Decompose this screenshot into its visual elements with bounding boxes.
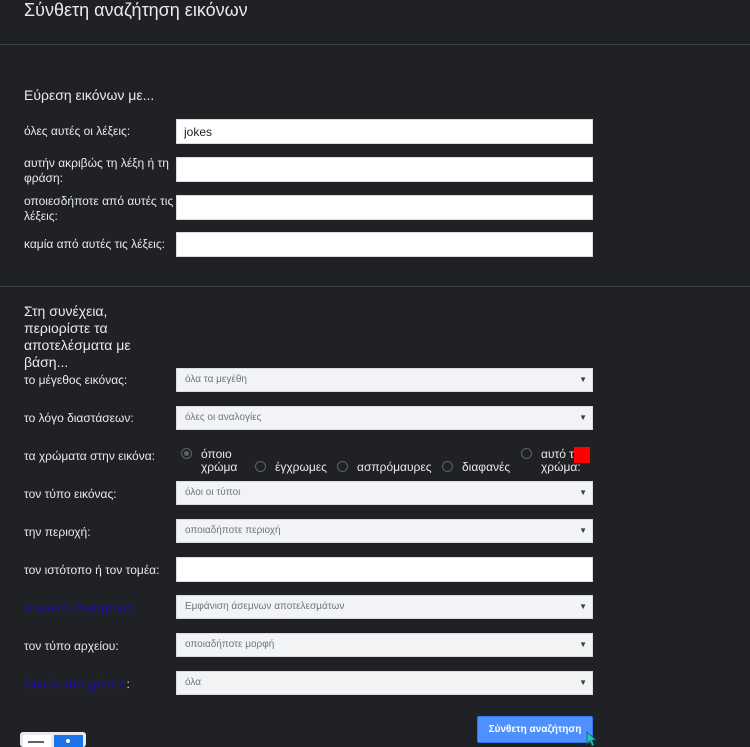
size-value: όλα τα μεγέθη bbox=[185, 374, 247, 385]
safesearch-link[interactable]: Ασφαλής Αναζήτηση bbox=[24, 601, 133, 615]
type-label: τον τύπο εικόνας: bbox=[24, 487, 117, 501]
region-select[interactable]: οποιαδήποτε περιοχή ▼ bbox=[176, 519, 593, 543]
type-value: όλοι οι τύποι bbox=[185, 487, 241, 498]
rights-colon: : bbox=[126, 677, 130, 691]
size-label: το μέγεθος εικόνας: bbox=[24, 373, 128, 387]
color-bw-radio[interactable] bbox=[337, 461, 348, 472]
all-words-label: όλες αυτές οι λέξεις: bbox=[24, 124, 131, 138]
aspect-label: το λόγο διαστάσεων: bbox=[24, 411, 134, 425]
region-value: οποιαδήποτε περιοχή bbox=[185, 525, 281, 536]
exact-phrase-input[interactable] bbox=[176, 157, 593, 182]
section-divider bbox=[0, 286, 750, 287]
narrow-heading: Στη συνέχεια, περιορίστε τα αποτελέσματα… bbox=[24, 303, 131, 370]
chevron-down-icon: ▼ bbox=[579, 640, 587, 649]
find-heading: Εύρεση εικόνων με... bbox=[24, 87, 155, 103]
aspect-select[interactable]: όλες οι αναλογίες ▼ bbox=[176, 406, 593, 430]
chevron-down-icon: ▼ bbox=[579, 602, 587, 611]
color-transparent-radio[interactable] bbox=[442, 461, 453, 472]
color-transparent-label: διαφανές bbox=[462, 460, 511, 474]
site-label: τον ιστότοπο ή τον τομέα: bbox=[24, 563, 160, 577]
color-bw-label: ασπρόμαυρες bbox=[357, 460, 432, 474]
color-full-label: έγχρωμες bbox=[275, 460, 327, 474]
color-full-radio[interactable] bbox=[255, 461, 266, 472]
none-words-label: καμία από αυτές τις λέξεις: bbox=[24, 237, 165, 251]
all-words-input[interactable] bbox=[176, 119, 593, 144]
chevron-down-icon: ▼ bbox=[579, 526, 587, 535]
safesearch-select[interactable]: Εμφάνιση άσεμνων αποτελεσμάτων ▼ bbox=[176, 595, 593, 619]
filetype-label: τον τύπο αρχείου: bbox=[24, 639, 119, 653]
page-header: Σύνθετη αναζήτηση εικόνων bbox=[0, 0, 750, 45]
filetype-value: οποιαδήποτε μορφή bbox=[185, 639, 275, 650]
color-any-radio[interactable] bbox=[181, 448, 192, 459]
chevron-down-icon: ▼ bbox=[579, 375, 587, 384]
chevron-down-icon: ▼ bbox=[579, 488, 587, 497]
chevron-down-icon: ▼ bbox=[579, 678, 587, 687]
region-label: την περιοχή: bbox=[24, 525, 91, 539]
size-select[interactable]: όλα τα μεγέθη ▼ bbox=[176, 368, 593, 392]
exact-phrase-label: αυτήν ακριβώς τη λέξη ή τη φράση: bbox=[24, 156, 169, 185]
site-input[interactable] bbox=[176, 557, 593, 582]
none-words-input[interactable] bbox=[176, 232, 593, 257]
aspect-value: όλες οι αναλογίες bbox=[185, 412, 262, 423]
filetype-select[interactable]: οποιαδήποτε μορφή ▼ bbox=[176, 633, 593, 657]
any-words-input[interactable] bbox=[176, 195, 593, 220]
safesearch-label: Ασφαλής Αναζήτηση bbox=[24, 601, 174, 616]
advanced-search-button[interactable]: Σύνθετη αναζήτηση bbox=[477, 716, 593, 743]
color-swatch[interactable] bbox=[574, 447, 590, 463]
rights-value: όλα bbox=[185, 677, 202, 688]
type-select[interactable]: όλοι οι τύποι ▼ bbox=[176, 481, 593, 505]
colors-label: τα χρώματα στην εικόνα: bbox=[24, 449, 155, 463]
mouse-pointer-icon bbox=[586, 731, 598, 747]
rights-link[interactable]: δικαιώματα χρήσης bbox=[24, 677, 127, 691]
color-this-radio[interactable] bbox=[521, 448, 532, 459]
rights-label: δικαιώματα χρήσης: bbox=[24, 677, 174, 692]
color-any-label: όποιο χρώμα bbox=[201, 447, 238, 474]
safesearch-value: Εμφάνιση άσεμνων αποτελεσμάτων bbox=[185, 601, 345, 612]
any-words-label: οποιεσδήποτε από αυτές τις λέξεις: bbox=[24, 194, 174, 223]
image-thumbnail-icon bbox=[20, 732, 86, 747]
chevron-down-icon: ▼ bbox=[579, 413, 587, 422]
rights-select[interactable]: όλα ▼ bbox=[176, 671, 593, 695]
page-title: Σύνθετη αναζήτηση εικόνων bbox=[24, 0, 248, 20]
